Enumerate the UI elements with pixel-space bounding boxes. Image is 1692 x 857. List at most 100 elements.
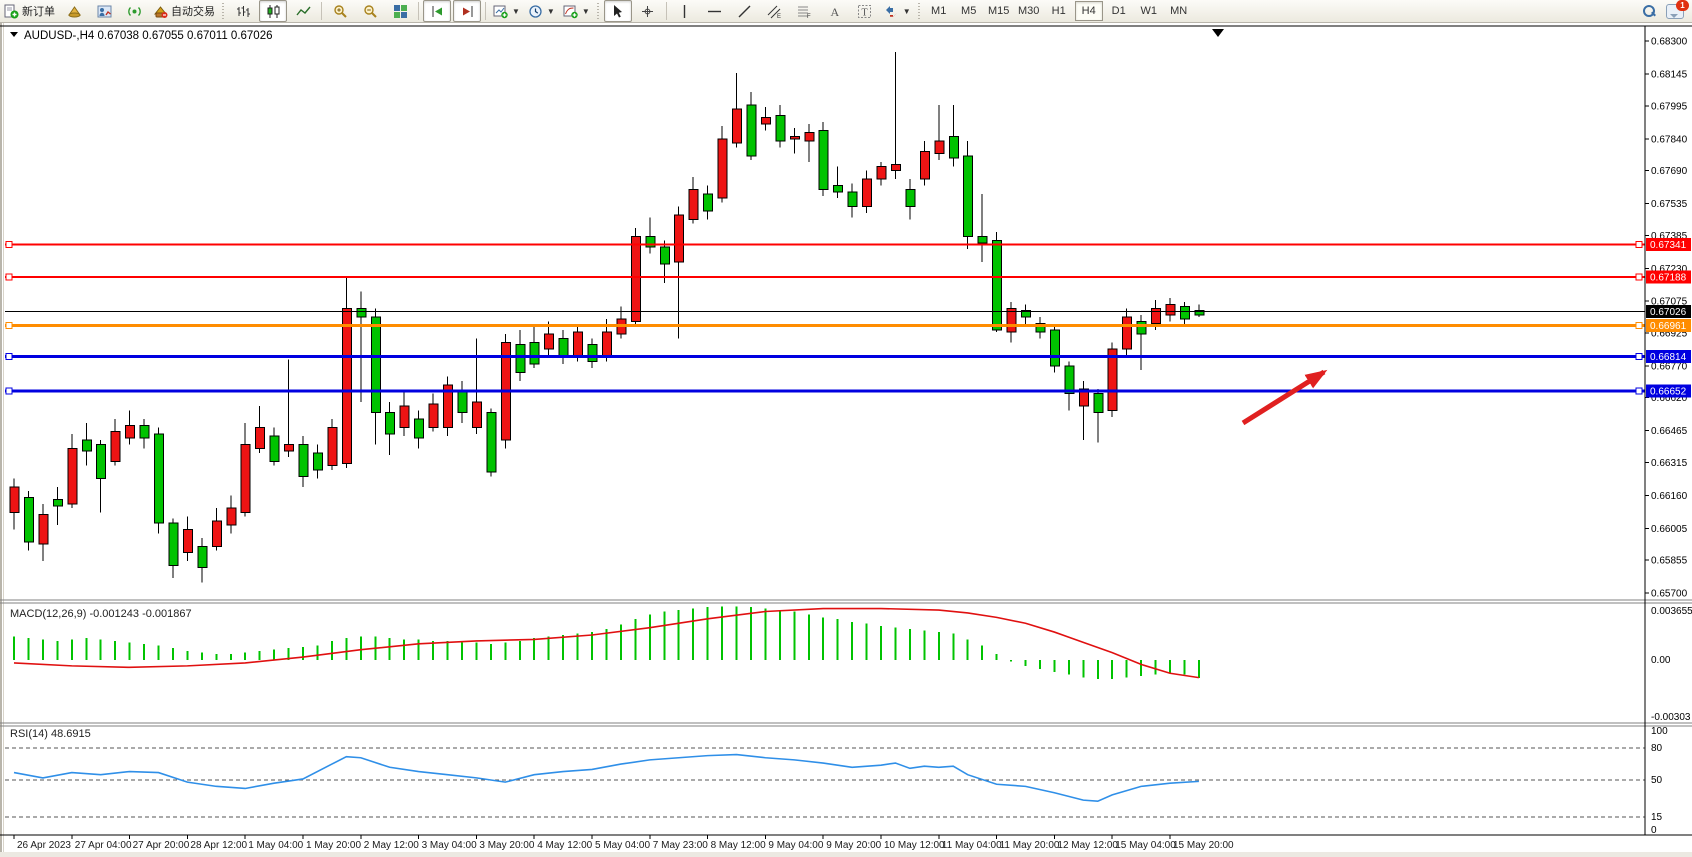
- vertical-line-button[interactable]: [671, 0, 699, 22]
- svg-text:0.67341: 0.67341: [1650, 240, 1687, 251]
- hline-anchor[interactable]: [6, 322, 12, 328]
- indicator-axis-label: 0: [1651, 825, 1657, 836]
- data-window-button[interactable]: [90, 0, 118, 22]
- candle-body: [24, 498, 33, 543]
- zoom-in-icon: [333, 4, 348, 19]
- price-tag-0.66961: 0.66961: [1646, 319, 1691, 332]
- hline-anchor[interactable]: [1636, 388, 1642, 394]
- hline-anchor[interactable]: [6, 274, 12, 280]
- timeframe-h4-button[interactable]: H4: [1075, 1, 1103, 21]
- macd-label: MACD(12,26,9) -0.001243 -0.001867: [10, 608, 192, 620]
- timeframe-m30-button[interactable]: M30: [1015, 1, 1043, 21]
- tile-windows-button[interactable]: [386, 0, 414, 22]
- candle-body: [183, 529, 192, 552]
- time-tick-label: 28 Apr 12:00: [190, 840, 247, 851]
- period-button[interactable]: ▼: [525, 0, 558, 22]
- new-chart-button[interactable]: ▼: [490, 0, 523, 22]
- auto-trading-icon: [153, 4, 168, 19]
- time-tick-label: 9 May 20:00: [826, 840, 881, 851]
- svg-text:0.66961: 0.66961: [1650, 321, 1687, 332]
- hline-anchor[interactable]: [6, 388, 12, 394]
- candle-body: [863, 179, 872, 207]
- new-order-button[interactable]: 新订单: [1, 0, 58, 22]
- auto-trading-button[interactable]: 自动交易: [150, 0, 218, 22]
- candle-body: [111, 432, 120, 462]
- fibonacci-button[interactable]: F: [791, 0, 819, 22]
- zoom-out-button[interactable]: [356, 0, 384, 22]
- hline-anchor[interactable]: [1636, 242, 1642, 248]
- price-tag-0.66652: 0.66652: [1646, 384, 1691, 397]
- indicator-axis-label: 50: [1651, 775, 1663, 786]
- search-icon[interactable]: [1642, 4, 1656, 18]
- toolbar-handle: [596, 3, 601, 19]
- time-tick-label: 15 May 20:00: [1173, 840, 1234, 851]
- bar-chart-button[interactable]: [229, 0, 257, 22]
- chart-canvas[interactable]: 0.683000.681450.679950.678400.676900.675…: [0, 23, 1692, 857]
- text-label-button[interactable]: T: [851, 0, 879, 22]
- auto-trading-label: 自动交易: [171, 3, 215, 19]
- hline-anchor[interactable]: [1636, 354, 1642, 360]
- candlestick-chart-button[interactable]: [259, 0, 287, 22]
- candle-body: [212, 521, 221, 546]
- time-tick-label: 12 May 12:00: [1057, 840, 1118, 851]
- trendline-button[interactable]: [731, 0, 759, 22]
- market-watch-button[interactable]: [60, 0, 88, 22]
- time-tick-label: 3 May 20:00: [479, 840, 534, 851]
- candle-body: [357, 309, 366, 317]
- time-tick-label: 1 May 04:00: [248, 840, 303, 851]
- candle-body: [1152, 309, 1161, 324]
- arrows-button[interactable]: ▼: [881, 0, 914, 22]
- hline-anchor[interactable]: [6, 354, 12, 360]
- cursor-button[interactable]: [604, 0, 632, 22]
- candle-body: [733, 109, 742, 143]
- candle-body: [877, 166, 886, 179]
- zoom-in-button[interactable]: [326, 0, 354, 22]
- candle-body: [400, 406, 409, 427]
- indicator-axis-label: -0.00303: [1651, 712, 1691, 723]
- price-tag-0.66814: 0.66814: [1646, 350, 1691, 363]
- line-chart-button[interactable]: [289, 0, 317, 22]
- timeframe-h1-button[interactable]: H1: [1045, 1, 1073, 21]
- channel-button[interactable]: E: [761, 0, 789, 22]
- crosshair-button[interactable]: [634, 0, 662, 22]
- timeframe-w1-button[interactable]: W1: [1135, 1, 1163, 21]
- indicators-button[interactable]: ▼: [560, 0, 593, 22]
- candle-body: [660, 247, 669, 264]
- candle-body: [920, 152, 929, 180]
- timeframe-m5-button[interactable]: M5: [955, 1, 983, 21]
- timeframe-m1-button[interactable]: M1: [925, 1, 953, 21]
- timeframe-mn-button[interactable]: MN: [1165, 1, 1193, 21]
- candle-body: [313, 453, 322, 470]
- new-order-icon: [4, 4, 19, 19]
- candle-body: [487, 413, 496, 472]
- hline-anchor[interactable]: [1636, 274, 1642, 280]
- chart-shift-button[interactable]: [453, 0, 481, 22]
- price-tick-label: 0.66005: [1651, 524, 1688, 535]
- timeframe-d1-button[interactable]: D1: [1105, 1, 1133, 21]
- text-button[interactable]: A: [821, 0, 849, 22]
- candle-body: [978, 236, 987, 242]
- chevron-down-icon: ▼: [582, 7, 590, 16]
- candle-body: [328, 427, 337, 465]
- notifications-icon[interactable]: 1: [1666, 4, 1684, 19]
- svg-text:0.67026: 0.67026: [1650, 307, 1687, 318]
- signals-button[interactable]: [120, 0, 148, 22]
- time-tick-label: 1 May 20:00: [306, 840, 361, 851]
- auto-scroll-button[interactable]: [423, 0, 451, 22]
- horizontal-line-button[interactable]: [701, 0, 729, 22]
- shapes-icon: [884, 4, 899, 19]
- hline-anchor[interactable]: [6, 242, 12, 248]
- candle-body: [82, 440, 91, 451]
- hline-anchor[interactable]: [1636, 322, 1642, 328]
- timeframe-m15-button[interactable]: M15: [985, 1, 1013, 21]
- candle-body: [834, 185, 843, 191]
- time-tick-label: 11 May 20:00: [1000, 840, 1060, 851]
- candle-body: [241, 444, 250, 512]
- price-tag-0.67026: 0.67026: [1646, 305, 1691, 318]
- time-tick-label: 26 Apr 2023: [17, 840, 71, 851]
- candle-body: [39, 514, 48, 544]
- price-tick-label: 0.67535: [1651, 199, 1688, 210]
- new-chart-icon: [493, 4, 508, 19]
- candle-body: [198, 546, 207, 567]
- candle-body: [472, 402, 481, 427]
